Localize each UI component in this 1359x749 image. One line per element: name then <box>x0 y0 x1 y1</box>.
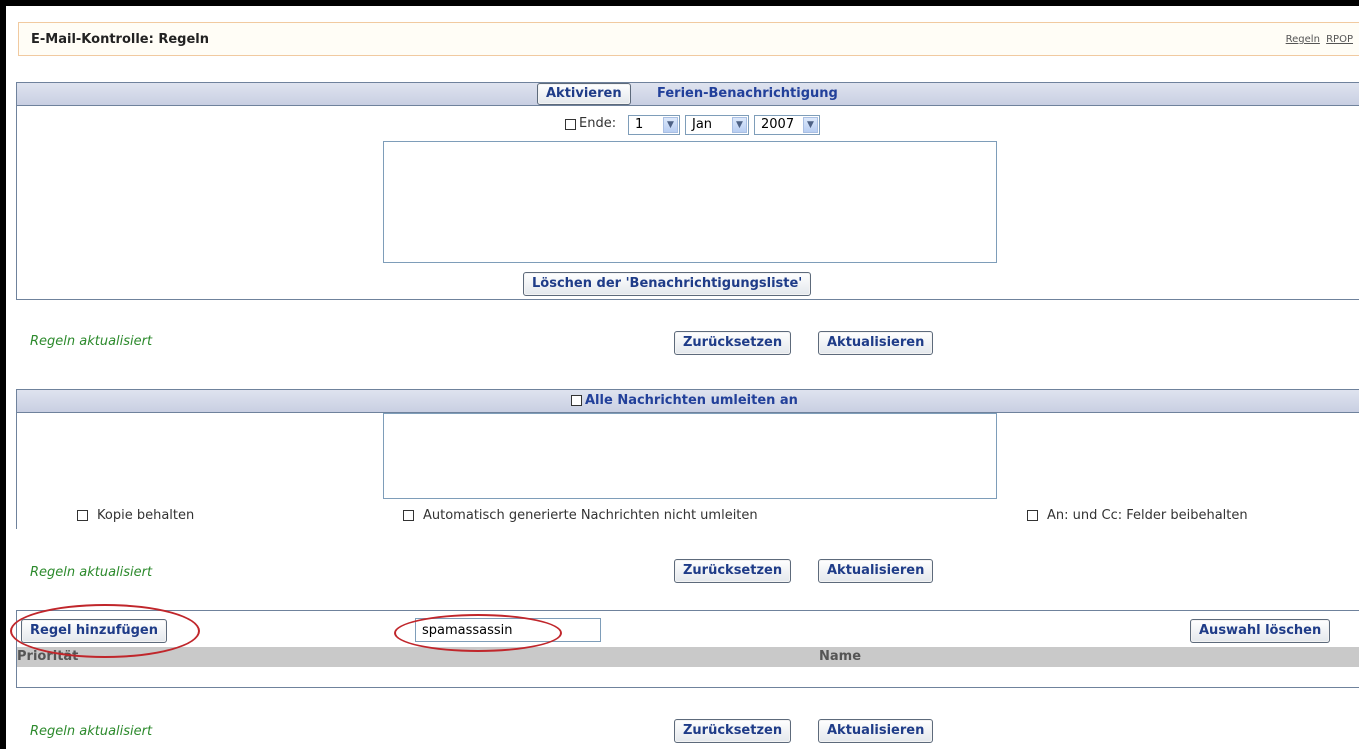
keep-copy-checkbox[interactable] <box>77 510 88 521</box>
status-text: Regeln aktualisiert <box>30 334 153 349</box>
rules-section: Regel hinzufügen Auswahl löschen Priorit… <box>16 610 1359 688</box>
end-label: Ende: <box>579 116 617 131</box>
link-rpop[interactable]: RPOP <box>1326 34 1353 45</box>
header-links: Regeln RPOP <box>1283 34 1353 45</box>
clear-selection-button[interactable]: Auswahl löschen <box>1190 619 1331 643</box>
no-auto-forward-checkbox[interactable] <box>403 510 414 521</box>
vacation-title: Ferien-Benachrichtigung <box>657 86 838 101</box>
page-header: E-Mail-Kontrolle: Regeln Regeln RPOP <box>18 22 1359 56</box>
update-button[interactable]: Aktualisieren <box>818 331 934 355</box>
rule-name-input[interactable] <box>415 618 601 642</box>
keep-headers-label: An: und Cc: Felder beibehalten <box>1047 508 1248 523</box>
clear-notification-list-button[interactable]: Löschen der 'Benachrichtigungsliste' <box>523 272 812 296</box>
add-rule-button[interactable]: Regel hinzufügen <box>21 619 168 643</box>
chevron-down-icon: ▼ <box>732 117 747 133</box>
page-title: E-Mail-Kontrolle: Regeln <box>31 32 209 47</box>
day-select[interactable]: 1 ▼ <box>628 115 680 135</box>
window-top-border <box>0 0 1359 6</box>
keep-copy-label: Kopie behalten <box>97 508 195 523</box>
no-auto-forward-label: Automatisch generierte Nachrichten nicht… <box>423 508 758 523</box>
chevron-down-icon: ▼ <box>803 117 818 133</box>
reset-button[interactable]: Zurücksetzen <box>674 559 792 583</box>
forward-title: Alle Nachrichten umleiten an <box>585 393 798 408</box>
status-text: Regeln aktualisiert <box>30 724 153 739</box>
forward-section-header: Alle Nachrichten umleiten an <box>17 390 1359 413</box>
reset-button[interactable]: Zurücksetzen <box>674 331 792 355</box>
column-priority: Priorität <box>17 649 79 664</box>
column-name: Name <box>819 649 862 664</box>
end-date-checkbox[interactable] <box>565 119 576 130</box>
vacation-section: Aktivieren Ferien-Benachrichtigung Ende:… <box>16 82 1359 300</box>
rules-table-header: Priorität Name <box>17 647 1359 667</box>
forward-address-textarea[interactable] <box>383 413 997 499</box>
forward-section: Alle Nachrichten umleiten an Kopie behal… <box>16 389 1359 529</box>
day-value: 1 <box>635 117 644 132</box>
update-button[interactable]: Aktualisieren <box>818 719 934 743</box>
year-value: 2007 <box>761 117 795 132</box>
month-select[interactable]: Jan ▼ <box>685 115 749 135</box>
vacation-message-textarea[interactable] <box>383 141 997 263</box>
forward-all-checkbox[interactable] <box>571 395 582 406</box>
reset-button[interactable]: Zurücksetzen <box>674 719 792 743</box>
keep-headers-checkbox[interactable] <box>1027 510 1038 521</box>
vacation-section-header: Aktivieren Ferien-Benachrichtigung <box>17 83 1359 106</box>
month-value: Jan <box>692 117 713 132</box>
activate-button[interactable]: Aktivieren <box>537 83 631 105</box>
status-text: Regeln aktualisiert <box>30 565 153 580</box>
year-select[interactable]: 2007 ▼ <box>754 115 820 135</box>
link-regeln[interactable]: Regeln <box>1286 34 1320 45</box>
chevron-down-icon: ▼ <box>663 117 678 133</box>
window-left-border <box>0 0 6 749</box>
update-button[interactable]: Aktualisieren <box>818 559 934 583</box>
